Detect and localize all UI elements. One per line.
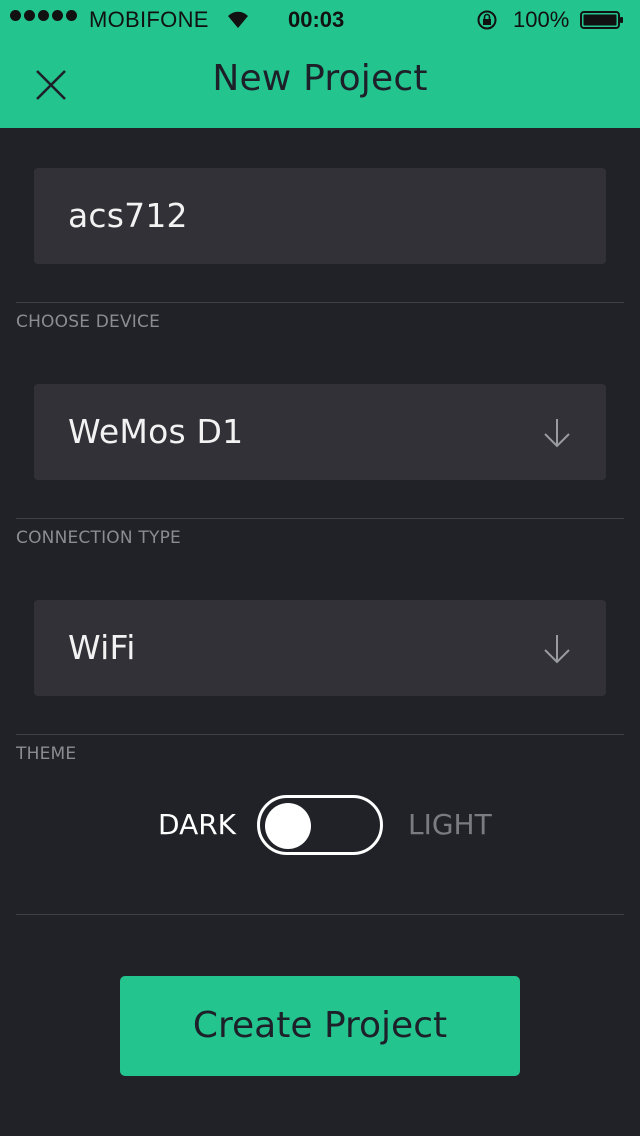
choose-device-label: CHOOSE DEVICE bbox=[16, 312, 161, 332]
device-select[interactable]: WeMos D1 bbox=[34, 384, 606, 480]
status-bar: MOBIFONE 00:03 100% bbox=[0, 0, 640, 40]
connection-type-label: CONNECTION TYPE bbox=[16, 528, 181, 548]
device-value: WeMos D1 bbox=[68, 412, 244, 451]
divider bbox=[16, 734, 624, 735]
theme-dark-label[interactable]: DARK bbox=[158, 808, 236, 841]
wifi-icon bbox=[228, 11, 248, 29]
signal-strength-icon bbox=[10, 10, 77, 21]
status-time: 00:03 bbox=[288, 7, 345, 32]
project-name-input[interactable]: acs712 bbox=[34, 168, 606, 264]
project-name-value: acs712 bbox=[68, 196, 188, 235]
arrow-down-icon bbox=[544, 419, 570, 448]
divider bbox=[16, 518, 624, 519]
divider bbox=[16, 302, 624, 303]
theme-label: THEME bbox=[16, 744, 77, 764]
toggle-knob bbox=[265, 803, 311, 849]
app-header: MOBIFONE 00:03 100% New Project bbox=[0, 0, 640, 128]
theme-toggle[interactable] bbox=[257, 795, 383, 855]
battery-icon bbox=[580, 11, 623, 29]
battery-percentage: 100% bbox=[513, 7, 570, 32]
connection-type-select[interactable]: WiFi bbox=[34, 600, 606, 696]
connection-value: WiFi bbox=[68, 628, 136, 667]
theme-switcher: DARK LIGHT bbox=[0, 794, 640, 856]
carrier-name: MOBIFONE bbox=[89, 7, 209, 32]
create-project-button[interactable]: Create Project bbox=[120, 976, 520, 1076]
page-title: New Project bbox=[212, 58, 428, 99]
arrow-down-icon bbox=[544, 635, 570, 664]
divider bbox=[16, 914, 624, 915]
rotation-lock-icon bbox=[477, 10, 497, 30]
theme-light-label[interactable]: LIGHT bbox=[408, 808, 492, 841]
